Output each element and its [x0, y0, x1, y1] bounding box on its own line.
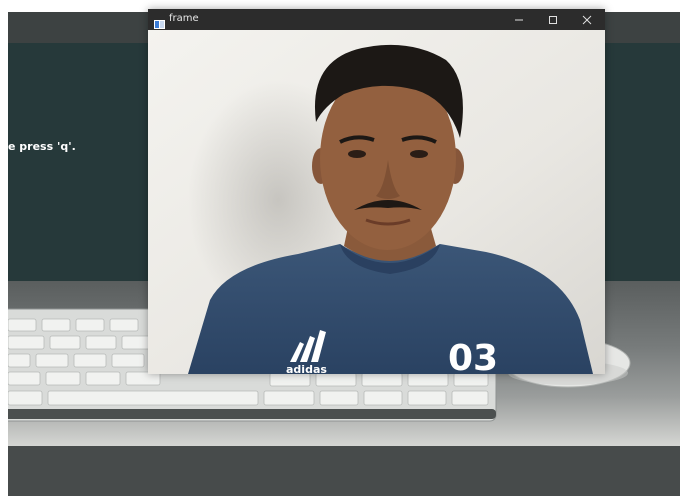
webcam-video-frame: adidas 03	[148, 30, 605, 374]
frame-titlebar[interactable]: frame	[148, 9, 605, 30]
window-title: frame	[169, 13, 199, 24]
minimize-icon	[514, 10, 524, 29]
maximize-icon	[548, 10, 558, 29]
close-button[interactable]	[570, 9, 604, 30]
shirt-number: 03	[448, 338, 498, 374]
minimize-button[interactable]	[502, 9, 536, 30]
shirt-logo-text: adidas	[286, 363, 327, 374]
close-icon	[582, 10, 592, 29]
webcam-image: adidas 03	[148, 30, 605, 374]
background-app-message: e press 'q'.	[8, 140, 76, 153]
maximize-button[interactable]	[536, 9, 570, 30]
frame-window[interactable]: frame adidas 03	[148, 9, 605, 374]
desk-surface	[8, 446, 680, 496]
desktop-screen: e press 'q'. frame adidas 03	[0, 0, 680, 496]
